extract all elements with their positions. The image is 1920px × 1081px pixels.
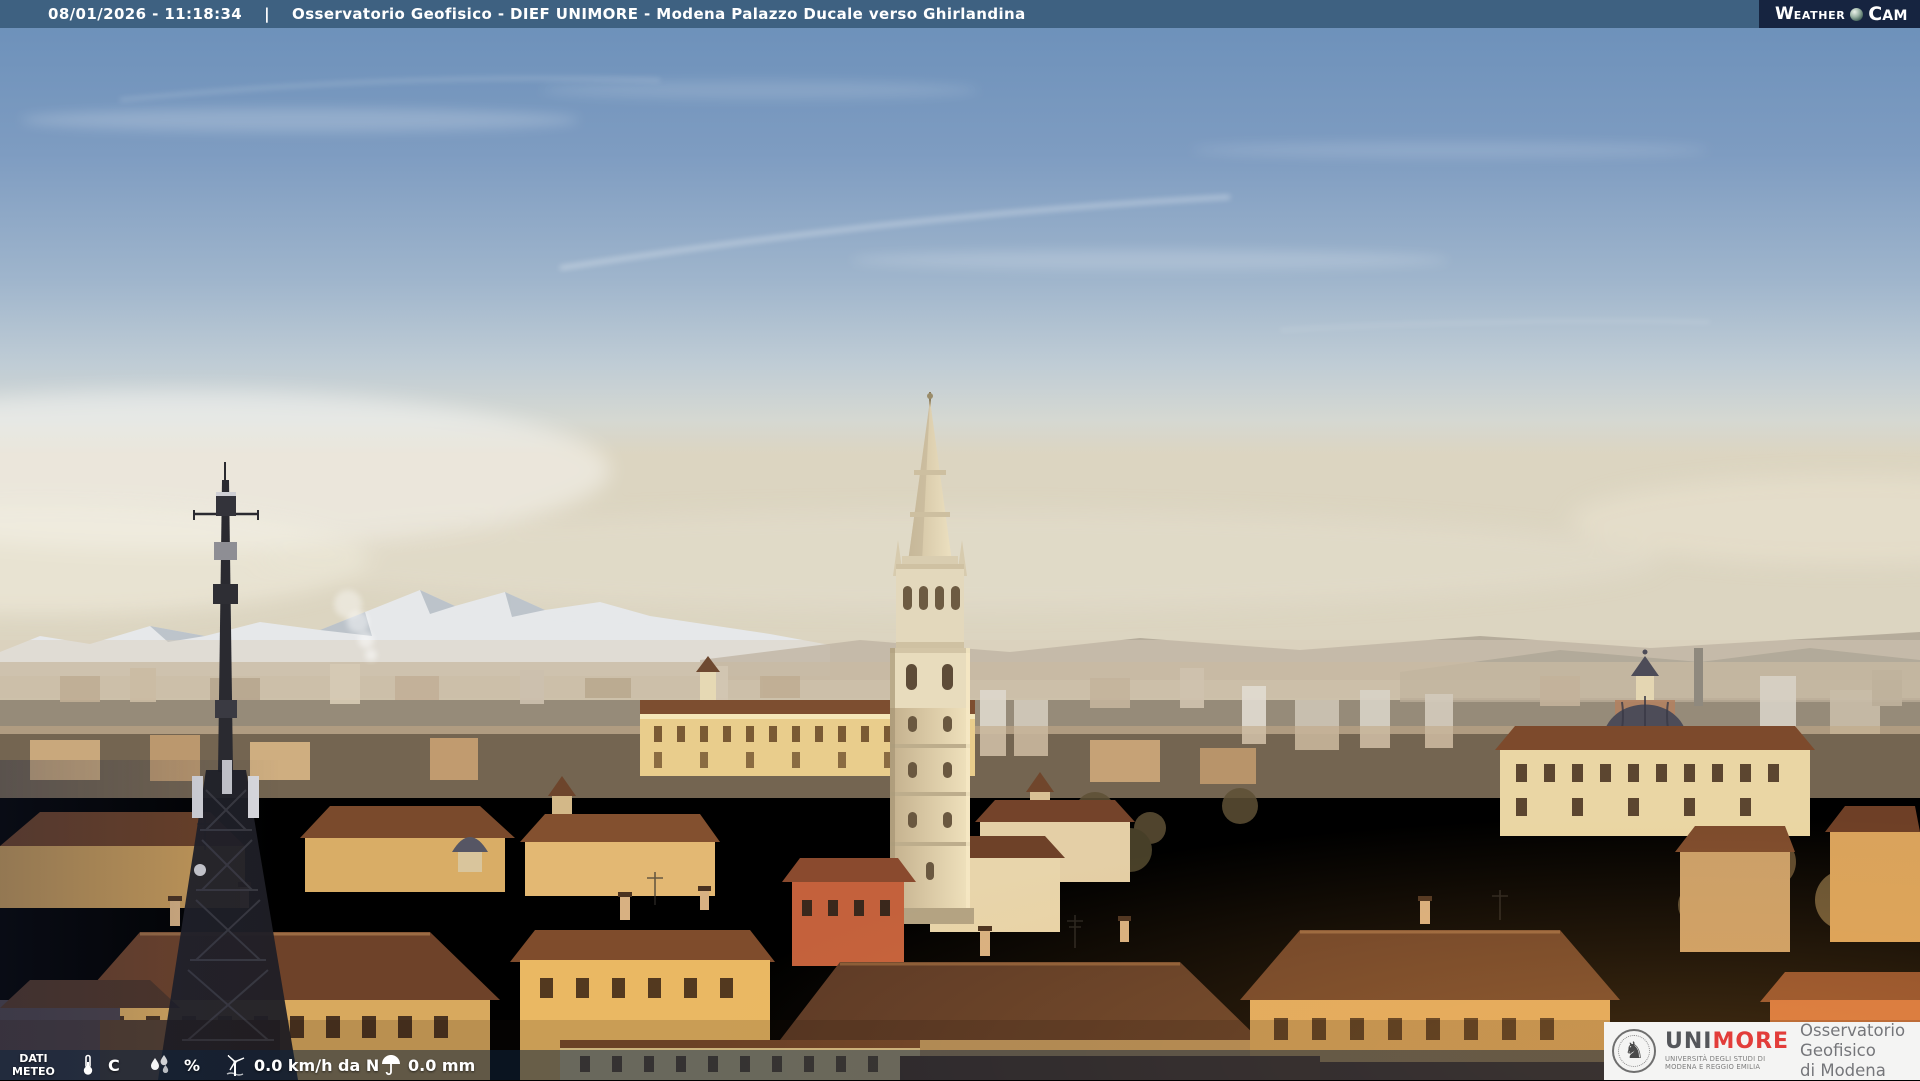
thermometer-icon <box>83 1054 93 1075</box>
weathercam-logo-weather: W EATHER <box>1775 4 1846 24</box>
humidity-reading: % <box>148 1050 200 1080</box>
unimore-brand: UNIMORE UNIVERSITÀ DEGLI STUDI DI MODENA… <box>1665 1029 1790 1072</box>
wind-turbine-icon <box>226 1054 245 1076</box>
wind-value: 0.0 km/h da N <box>254 1055 380 1075</box>
brand-more: MORE <box>1712 1029 1790 1054</box>
modena-cityscape-photo <box>0 0 1920 1080</box>
wind-reading: 0.0 km/h da N <box>222 1050 379 1080</box>
weathercam-logo: W EATHER C AM <box>1759 0 1920 28</box>
timestamp: 08/01/2026 - 11:18:34 <box>48 5 243 23</box>
droplets-icon <box>151 1055 169 1073</box>
webcam-frame: 08/01/2026 - 11:18:34 | Osservatorio Geo… <box>0 0 1920 1080</box>
dati-meteo-label: DATI METEO <box>12 1052 55 1078</box>
observatory-name: Osservatorio Geofisico di Modena <box>1800 1021 1906 1080</box>
camera-title: Osservatorio Geofisico - DIEF UNIMORE - … <box>292 5 1026 23</box>
temperature-unit: C <box>108 1055 120 1075</box>
unimore-knight-seal-icon: ♞ <box>1612 1029 1656 1073</box>
humidity-unit: % <box>184 1055 201 1075</box>
caption-separator: | <box>264 5 271 23</box>
globe-dot-icon <box>1850 7 1864 21</box>
umbrella-icon <box>382 1055 400 1076</box>
weathercam-logo-cam: C AM <box>1868 3 1908 25</box>
brand-subline-2: MODENA E REGGIO EMILIA <box>1665 1063 1761 1071</box>
rain-value: 0.0 mm <box>408 1055 476 1075</box>
brand-subline-1: UNIVERSITÀ DEGLI STUDI DI <box>1665 1055 1766 1063</box>
temperature-reading: C <box>80 1050 120 1080</box>
unimore-credit-box: ♞ UNIMORE UNIVERSITÀ DEGLI STUDI DI MODE… <box>1604 1021 1920 1080</box>
top-status-bar: 08/01/2026 - 11:18:34 | Osservatorio Geo… <box>0 0 1920 28</box>
rain-reading: 0.0 mm <box>380 1050 475 1080</box>
camera-caption: 08/01/2026 - 11:18:34 | Osservatorio Geo… <box>0 5 1026 23</box>
brand-uni: UNI <box>1665 1029 1713 1054</box>
